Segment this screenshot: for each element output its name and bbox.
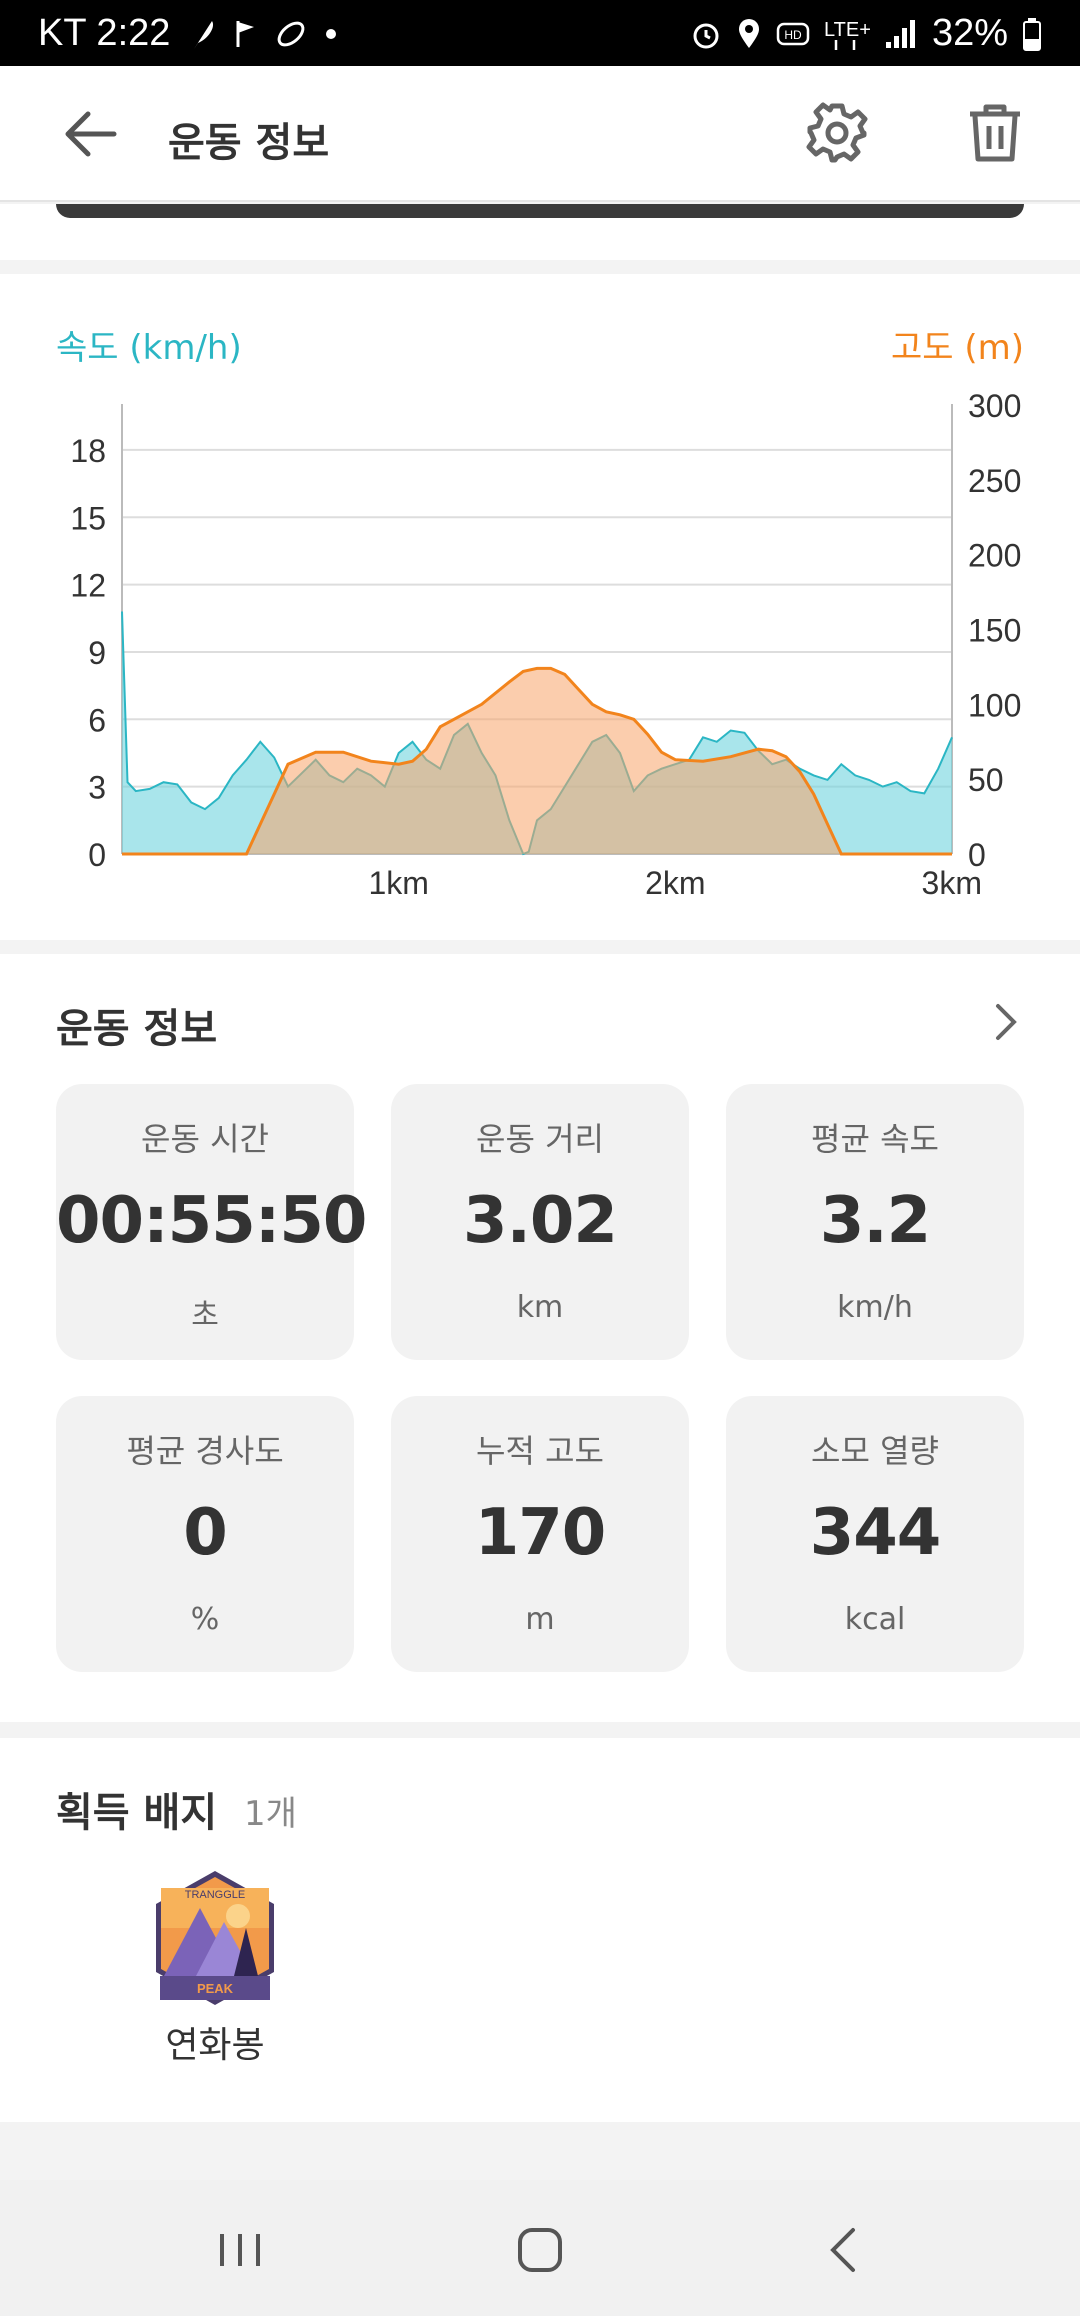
tile-avg-speed: 평균 속도 3.2 km/h (726, 1084, 1024, 1360)
tile-unit: % (190, 1602, 220, 1637)
left-tick-label: 15 (70, 500, 106, 536)
right-tick-label: 300 (968, 388, 1021, 424)
status-left: KT 2:22 (38, 12, 338, 55)
x-tick-label: 1km (368, 865, 428, 901)
tile-label: 운동 시간 (141, 1120, 269, 1158)
peak-badge-icon[interactable]: TRANGGLE PEAK (150, 1868, 280, 2008)
alarm-icon (693, 23, 719, 48)
trash-icon[interactable] (964, 102, 1026, 164)
tile-value: 344 (809, 1496, 942, 1570)
badge-top-text: TRANGGLE (185, 1889, 246, 1901)
left-tick-label: 9 (88, 635, 106, 671)
left-tick-label: 0 (88, 837, 106, 873)
carrier-time: KT 2:22 (38, 12, 171, 54)
lte-icon: LTE+ (824, 19, 870, 50)
tile-label: 평균 속도 (811, 1120, 939, 1158)
tile-total-elevation: 누적 고도 170 m (391, 1396, 689, 1672)
recent-apps-icon[interactable] (210, 2220, 270, 2280)
map-preview-edge (0, 204, 1080, 260)
badge-bottom-text: PEAK (197, 1981, 234, 1996)
svg-text:LTE+: LTE+ (824, 19, 870, 41)
battery-percent: 32% (931, 12, 1008, 54)
chevron-right-icon[interactable] (988, 1000, 1024, 1044)
tile-distance: 운동 거리 3.02 km (391, 1084, 689, 1360)
tile-avg-slope: 평균 경사도 0 % (56, 1396, 354, 1672)
x-tick-label: 3km (922, 865, 982, 901)
tile-value: 3.02 (463, 1184, 618, 1258)
workout-info-title: 운동 정보 (56, 1006, 218, 1052)
tile-value: 00:55:50 (56, 1184, 367, 1258)
left-tick-label: 12 (70, 568, 106, 604)
right-tick-label: 250 (968, 463, 1021, 499)
svg-text:HD: HD (784, 28, 802, 42)
tile-value: 0 (183, 1496, 228, 1570)
notification-icons (188, 17, 338, 51)
right-tick-label: 200 (968, 538, 1021, 574)
badges-count: 1개 (244, 1794, 297, 1834)
tile-label: 누적 고도 (476, 1432, 604, 1470)
tile-unit: kcal (844, 1602, 906, 1637)
earned-badges-card: 획득 배지 1개 TRANGGLE PEAK 연화봉 (0, 1738, 1080, 2122)
back-arrow-icon[interactable] (62, 106, 122, 162)
right-tick-label: 50 (968, 762, 1004, 798)
right-tick-label: 150 (968, 613, 1021, 649)
location-icon (738, 18, 759, 48)
app-bar: 운동 정보 (0, 66, 1080, 202)
map-bottom-edge (56, 204, 1024, 218)
left-tick-label: 18 (70, 433, 106, 469)
status-bar: KT 2:22 HD LTE+ 32% (0, 0, 1080, 66)
tile-unit: km/h (837, 1290, 913, 1325)
hd-icon: HD (776, 22, 810, 45)
workout-info-card: 운동 정보 운동 시간 00:55:50 초 운동 거리 3.02 km 평균 … (0, 954, 1080, 1722)
tile-value: 3.2 (819, 1184, 931, 1258)
tile-label: 운동 거리 (476, 1120, 604, 1158)
system-nav-bar (0, 2180, 1080, 2316)
back-icon[interactable] (815, 2220, 875, 2280)
speed-elevation-chart: 03691215180501001502002503001km 2km 3km (70, 388, 1021, 901)
badge-name: 연화봉 (165, 2025, 265, 2066)
badges-title: 획득 배지 (56, 1790, 218, 1836)
shoe-icon (277, 21, 305, 46)
tile-unit: m (525, 1602, 555, 1637)
tile-calories: 소모 열량 344 kcal (726, 1396, 1024, 1672)
gear-icon[interactable] (806, 102, 868, 164)
dot-icon (326, 28, 337, 39)
tile-unit: 초 (191, 1298, 219, 1333)
left-tick-label: 3 (88, 770, 106, 806)
speed-elevation-chart-card: 속도 (km/h) 고도 (m) 0 3 6 9 12 15 18 0 50 100 150 200 2… (0, 274, 1080, 940)
left-tick-label: 6 (88, 702, 106, 738)
tile-workout-time: 운동 시간 00:55:50 초 (56, 1084, 367, 1360)
flag-icon (236, 20, 255, 47)
signal-icon (885, 19, 915, 48)
tile-unit: km (516, 1290, 564, 1325)
page-title: 운동 정보 (168, 120, 330, 166)
feather-icon (194, 20, 214, 49)
status-right: HD LTE+ 32% (690, 12, 1042, 55)
battery-icon (1023, 17, 1041, 51)
tile-label: 소모 열량 (811, 1432, 939, 1470)
right-tick-label: 100 (968, 687, 1021, 723)
home-icon[interactable] (510, 2220, 570, 2280)
x-tick-label: 2km (645, 865, 705, 901)
tile-label: 평균 경사도 (126, 1432, 284, 1470)
tile-value: 170 (474, 1496, 607, 1570)
